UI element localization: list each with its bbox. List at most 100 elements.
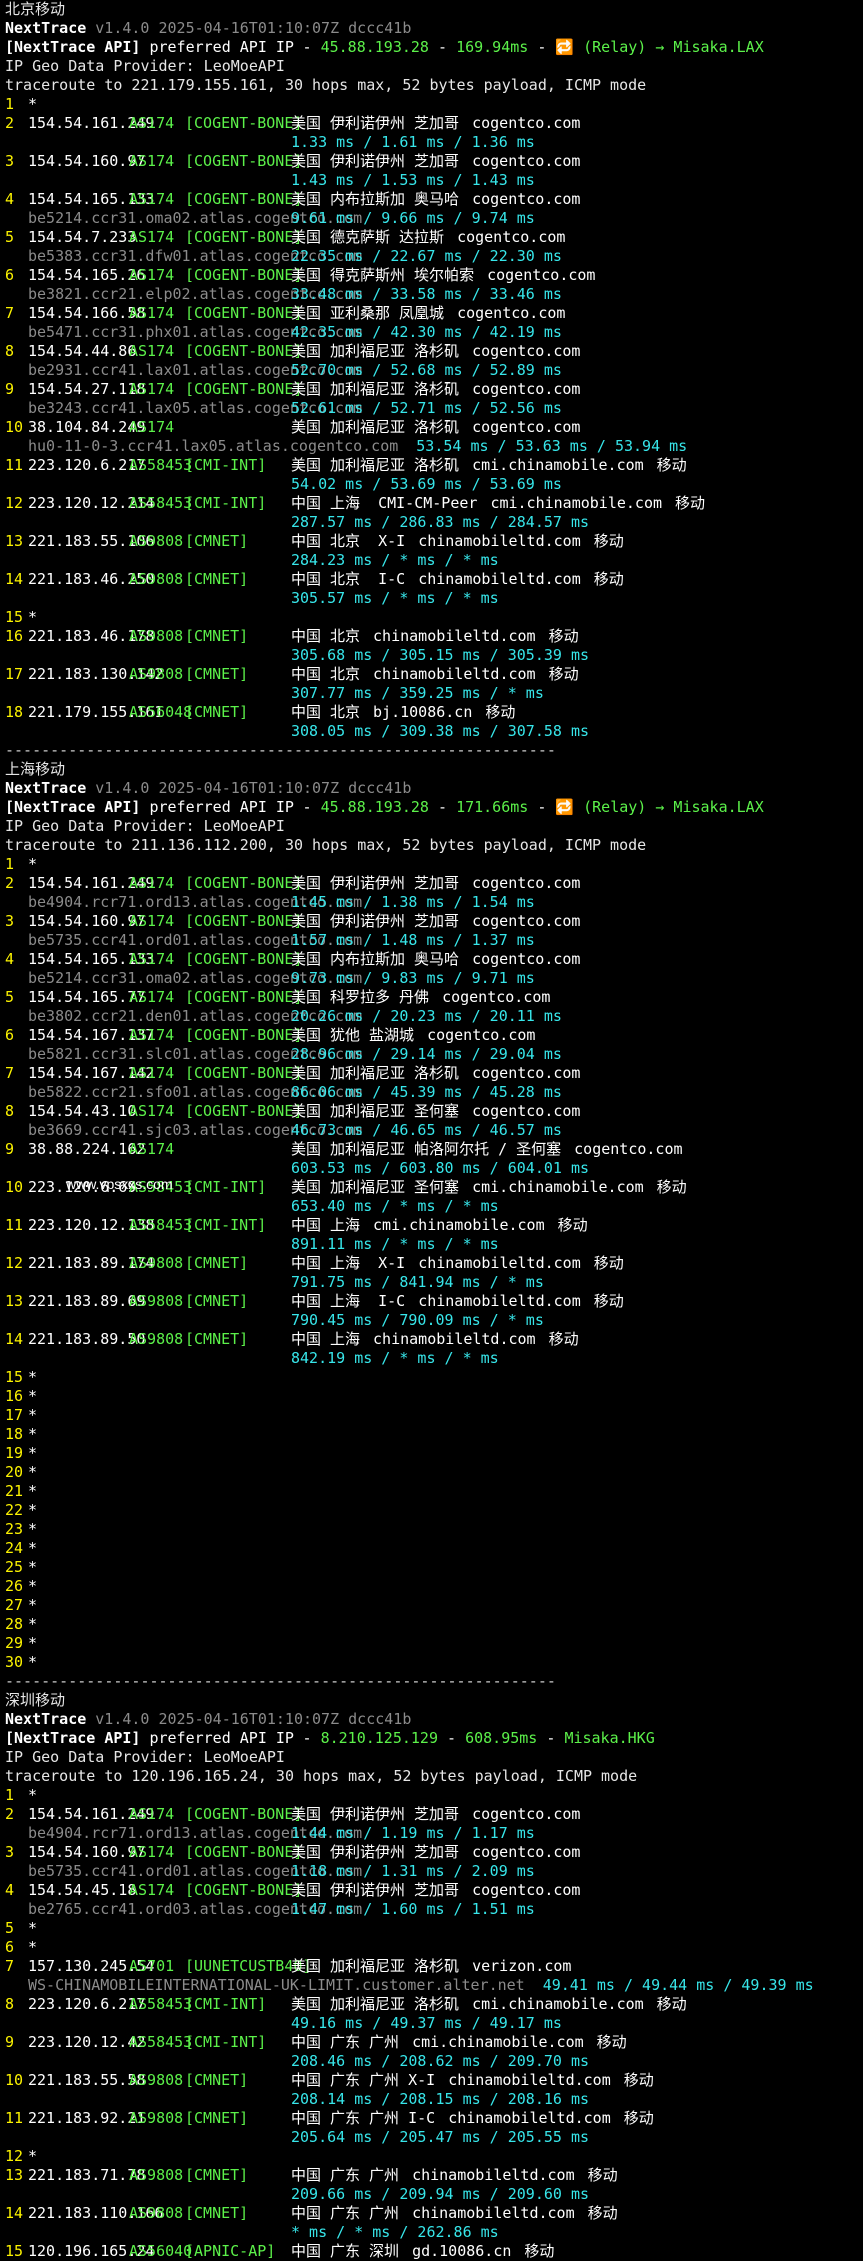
- hop-number: 4: [5, 950, 15, 968]
- geo-provider-text: IP Geo Data Provider: LeoMoeAPI: [5, 1748, 285, 1766]
- hop-domain: cogentco.com: [427, 1026, 536, 1044]
- hop-row: 8 154.54.43.10 AS174 [COGENT-BONE] 美国 加利福尼亚 …: [5, 1102, 860, 1121]
- hop-rtt: 653.40 ms / * ms / * ms: [291, 1197, 499, 1215]
- hop-tag: [APNIC-AP]: [185, 2242, 276, 2260]
- hop-asn: AS58453: [129, 494, 193, 512]
- api-prefix: [NextTrace API]: [5, 798, 141, 816]
- api-label: preferred API IP: [149, 798, 294, 816]
- hop-domain: chinamobileltd.com: [373, 665, 536, 683]
- hop-tag: [CMNET]: [185, 703, 249, 721]
- hop-number: 15: [5, 608, 24, 626]
- hop-tag: [COGENT-BONE]: [185, 1843, 303, 1861]
- hop-isp: 移动: [593, 570, 624, 588]
- hop-ip: 154.54.45.18: [28, 1881, 137, 1899]
- hop-geo: 美国 德克萨斯 达拉斯: [291, 228, 445, 246]
- geo-provider-line: IP Geo Data Provider: LeoMoeAPI: [5, 57, 860, 76]
- hop-asn: AS174: [129, 1064, 175, 1082]
- hop-row: 14 221.183.110.166 AS9808 [CMNET] 中国 广东 广州 ch…: [5, 2204, 860, 2223]
- hop-detail-row: be5735.ccr41.ord01.atlas.cogentco.com 1.1…: [5, 1862, 860, 1881]
- hop-rtt: 305.68 ms / 305.15 ms / 305.39 ms: [291, 646, 590, 664]
- hop-row: 13 221.183.71.78 AS9808 [CMNET] 中国 广东 广州 chin…: [5, 2166, 860, 2185]
- hop-timeout-star: *: [28, 855, 38, 873]
- hop-row: 11 221.183.92.21 AS9808 [CMNET] 中国 广东 广州 I-C…: [5, 2109, 860, 2128]
- hop-row: 14 221.183.46.250 AS9808 [CMNET] 中国 北京 I-C ch…: [5, 570, 860, 589]
- hop-detail-row: 284.23 ms / * ms / * ms: [5, 551, 860, 570]
- hop-asn: AS9808: [129, 1330, 184, 1348]
- api-relay: 🔁 (Relay) → Misaka.LAX: [555, 798, 764, 816]
- hop-ip: 223.120.12.42: [28, 2033, 146, 2051]
- hop-rtt: 1.57 ms / 1.48 ms / 1.37 ms: [291, 931, 535, 949]
- hop-ip: 221.183.89.69: [28, 1292, 146, 1310]
- hop-tag: [COGENT-BONE]: [185, 266, 303, 284]
- api-line: [NextTrace API] preferred API IP - 8.210.…: [5, 1729, 860, 1748]
- hop-geo: 美国 加利福尼亚 洛杉矶: [291, 418, 460, 436]
- hop-isp: 移动: [596, 2033, 627, 2051]
- api-prefix: [NextTrace API]: [5, 38, 141, 56]
- hop-geo: 中国 上海: [291, 1330, 361, 1348]
- hop-geo: 中国 上海: [291, 1216, 361, 1234]
- nexttrace-header: NextTrace v1.4.0 2025-04-16T01:10:07Z dcc…: [5, 779, 860, 798]
- hop-row: 9 223.120.12.42 AS58453 [CMI-INT] 中国 广东 广州 cm…: [5, 2033, 860, 2052]
- separator-dash: -: [528, 38, 556, 56]
- section-title: 北京移动: [5, 0, 860, 19]
- hop-rtt: 49.16 ms / 49.37 ms / 49.17 ms: [291, 2014, 562, 2032]
- hop-tag: [COGENT-BONE]: [185, 152, 303, 170]
- hop-ip: 154.54.160.97: [28, 912, 146, 930]
- hop-domain: cogentco.com: [574, 1140, 683, 1158]
- hop-detail-row: 791.75 ms / 841.94 ms / * ms: [5, 1273, 860, 1292]
- hop-ip: 154.54.27.118: [28, 380, 146, 398]
- hop-asn: AS174: [129, 1805, 175, 1823]
- hop-ip: 223.120.6.217: [28, 456, 146, 474]
- hop-number: 5: [5, 228, 15, 246]
- hop-tag: [CMI-INT]: [185, 494, 267, 512]
- hop-geo: 中国 广东 广州: [291, 2166, 400, 2184]
- hop-detail-row: 54.02 ms / 53.69 ms / 53.69 ms: [5, 475, 860, 494]
- traceroute-line: traceroute to 120.196.165.24, 30 hops ma…: [5, 1767, 860, 1786]
- hop-row: 6 154.54.165.26 AS174 [COGENT-BONE] 美国 得克萨斯州…: [5, 266, 860, 285]
- hop-row: 10 38.104.84.249 AS174 美国 加利福尼亚 洛杉矶 cogentco…: [5, 418, 860, 437]
- section-separator: ----------------------------------------…: [5, 1672, 860, 1691]
- hop-domain: cogentco.com: [457, 304, 566, 322]
- hop-geo: 美国 内布拉斯加 奥马哈: [291, 190, 460, 208]
- separator-line: ----------------------------------------…: [5, 1672, 556, 1690]
- nexttrace-version: v1.4.0 2025-04-16T01:10:07Z dccc41b: [95, 19, 412, 37]
- hop-timeout-star: *: [28, 1634, 38, 1652]
- hop-isp: 移动: [623, 2071, 654, 2089]
- hop-detail-row: be3802.ccr21.den01.atlas.cogentco.com 20.…: [5, 1007, 860, 1026]
- hop-asn: AS174: [129, 988, 175, 1006]
- hop-domain: cogentco.com: [472, 152, 581, 170]
- hop-tag: [CMNET]: [185, 665, 249, 683]
- hop-rtt: 28.96 ms / 29.14 ms / 29.04 ms: [291, 1045, 562, 1063]
- hop-number: 5: [5, 1919, 15, 1937]
- hop-domain: gd.10086.cn: [412, 2242, 512, 2260]
- hop-tag: [COGENT-BONE]: [185, 114, 303, 132]
- hop-number: 14: [5, 570, 24, 588]
- hop-ip: 154.54.160.97: [28, 1843, 146, 1861]
- hop-rtt: 284.23 ms / * ms / * ms: [291, 551, 499, 569]
- hop-tag: [COGENT-BONE]: [185, 228, 303, 246]
- hop-rtt: 603.53 ms / 603.80 ms / 604.01 ms: [291, 1159, 590, 1177]
- hop-tag: [COGENT-BONE]: [185, 1026, 303, 1044]
- hop-detail-row: 1.33 ms / 1.61 ms / 1.36 ms: [5, 133, 860, 152]
- traceroute-line: traceroute to 221.179.155.161, 30 hops m…: [5, 76, 860, 95]
- hop-isp: 移动: [656, 1178, 687, 1196]
- hop-timeout-star: *: [28, 1520, 38, 1538]
- hop-asn: AS58453: [129, 1216, 193, 1234]
- hop-row: 7 154.54.167.142 AS174 [COGENT-BONE] 美国 加利福尼…: [5, 1064, 860, 1083]
- hop-row: 9 38.88.224.162 AS174 美国 加利福尼亚 帕洛阿尔托 / 圣何塞 c…: [5, 1140, 860, 1159]
- hop-domain: chinamobileltd.com: [448, 2071, 611, 2089]
- hop-domain: cogentco.com: [472, 114, 581, 132]
- hop-ip: 154.54.165.77: [28, 988, 146, 1006]
- nexttrace-name: NextTrace: [5, 1710, 87, 1728]
- hop-asn: AS174: [129, 266, 175, 284]
- hop-domain: cogentco.com: [472, 418, 581, 436]
- hop-timeout-star: *: [28, 1577, 38, 1595]
- hop-number: 19: [5, 1444, 24, 1462]
- geo-provider-text: IP Geo Data Provider: LeoMoeAPI: [5, 817, 285, 835]
- hop-row: 8 154.54.44.86 AS174 [COGENT-BONE] 美国 加利福尼亚 …: [5, 342, 860, 361]
- hop-detail-row: 305.57 ms / * ms / * ms: [5, 589, 860, 608]
- hop-number: 11: [5, 2109, 24, 2127]
- hop-number: 16: [5, 1387, 24, 1405]
- hop-number: 2: [5, 1805, 15, 1823]
- hop-detail-row: 208.46 ms / 208.62 ms / 209.70 ms: [5, 2052, 860, 2071]
